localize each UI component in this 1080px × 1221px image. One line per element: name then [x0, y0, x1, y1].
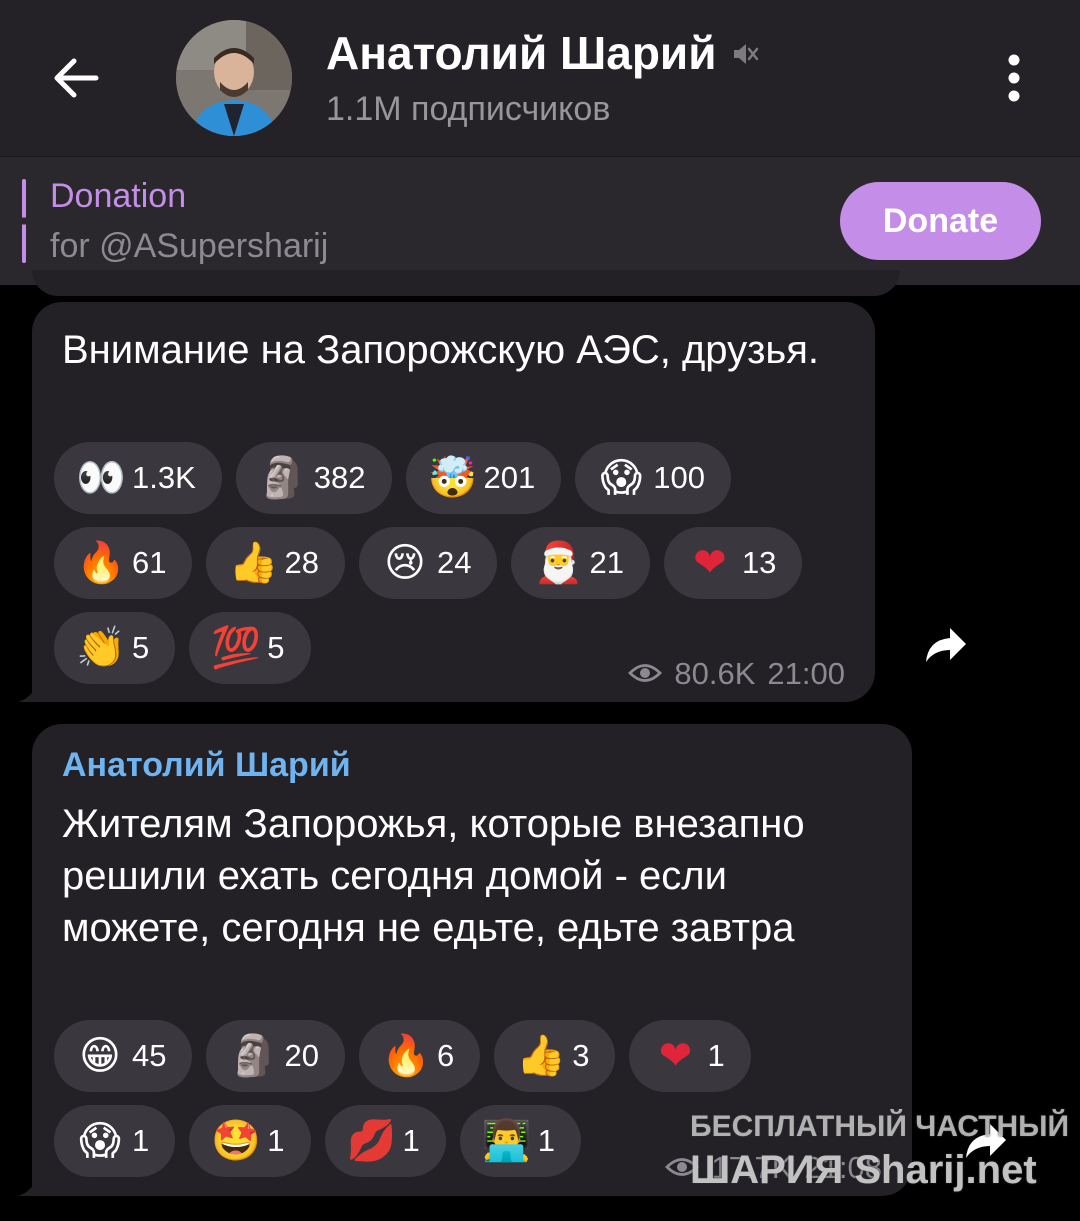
star-struck-icon: 🤩: [211, 1118, 262, 1164]
scream-icon: 😱: [79, 1118, 121, 1164]
chat-header: Анатолий Шарий 1.1M подписчиков: [0, 0, 1080, 157]
moai-icon: 🗿: [257, 455, 308, 501]
crying-face-icon: 😢: [384, 540, 426, 586]
speaker-muted-icon: [730, 26, 760, 80]
more-menu-icon[interactable]: [994, 50, 1034, 106]
exploding-head-icon: 🤯: [427, 455, 478, 501]
reaction-count: 1: [707, 1038, 725, 1073]
reaction-chip[interactable]: 💋 1: [324, 1105, 446, 1177]
forward-share-icon[interactable]: [922, 620, 970, 668]
reaction-count: 1: [537, 1123, 555, 1158]
fire-icon: 🔥: [380, 1033, 431, 1079]
channel-name: Анатолий Шарий: [326, 27, 717, 79]
heart-icon: ❤: [658, 1033, 693, 1079]
reaction-chip[interactable]: 👨‍💻 1: [459, 1105, 581, 1177]
reaction-count: 5: [132, 630, 150, 665]
message-meta: 80.6K 21:00: [628, 656, 845, 692]
kiss-mark-icon: 💋: [346, 1118, 397, 1164]
subscriber-count: 1.1M подписчиков: [326, 90, 611, 128]
reaction-count: 61: [132, 545, 167, 580]
donate-button[interactable]: Donate: [840, 182, 1041, 260]
channel-avatar[interactable]: [176, 20, 292, 136]
reaction-count: 28: [284, 545, 319, 580]
clapping-hands-icon: 👏: [76, 625, 126, 671]
reaction-chip[interactable]: 🎅 21: [511, 527, 650, 599]
technologist-icon: 👨‍💻: [481, 1118, 532, 1164]
pinned-subtitle: for @ASupersharij: [50, 227, 329, 265]
reaction-chip[interactable]: ❤ 1: [629, 1020, 751, 1092]
reaction-count: 201: [483, 460, 536, 495]
scream-icon: 😱: [600, 455, 643, 501]
reaction-chip[interactable]: 💯 5: [189, 612, 311, 684]
previous-message-bubble: [32, 270, 900, 296]
reaction-count: 1: [132, 1123, 150, 1158]
eyes-icon: 👀: [76, 455, 126, 501]
pinned-title: Donation: [50, 177, 187, 215]
reaction-chip[interactable]: 🗿 382: [235, 442, 392, 514]
reaction-chip[interactable]: ❤ 13: [663, 527, 803, 599]
channel-title[interactable]: Анатолий Шарий: [326, 26, 760, 80]
watermark-line1: БЕСПЛАТНЫЙ ЧАСТНЫЙ: [690, 1110, 1070, 1143]
reaction-count: 1: [267, 1123, 285, 1158]
heart-icon: ❤: [693, 540, 727, 586]
reaction-chip[interactable]: 🤩 1: [189, 1105, 311, 1177]
reaction-count: 21: [589, 545, 624, 580]
reaction-count: 1.3K: [132, 460, 196, 495]
pinned-indicator: [22, 179, 26, 263]
reaction-count: 100: [653, 460, 705, 495]
hundred-points-icon: 💯: [211, 625, 262, 671]
watermark-line2: ШАРИЯ Sharij.net: [690, 1148, 1037, 1192]
reaction-chip[interactable]: 👍 3: [494, 1020, 616, 1092]
reaction-chip[interactable]: 🗿 20: [206, 1020, 345, 1092]
back-arrow-icon[interactable]: [48, 50, 104, 106]
reaction-count: 20: [284, 1038, 319, 1073]
reaction-count: 3: [572, 1038, 590, 1073]
reaction-chip[interactable]: 🤯 201: [405, 442, 562, 514]
reaction-count: 45: [132, 1038, 167, 1073]
reaction-chip[interactable]: 😁 45: [54, 1020, 193, 1092]
reaction-chip[interactable]: 🔥 61: [54, 527, 193, 599]
santa-icon: 🎅: [533, 540, 584, 586]
message-bubble[interactable]: Внимание на Запорожскую АЭС, друзья. 👀 1.…: [18, 302, 875, 702]
pinned-message-bar[interactable]: Donation for @ASupersharij Donate: [0, 157, 1080, 285]
message-text: Жителям Запорожья, которые внезапно реши…: [62, 802, 805, 950]
reaction-chip[interactable]: 😢 24: [358, 527, 498, 599]
reaction-chip[interactable]: 😱 1: [54, 1105, 176, 1177]
reactions-list: 👀 1.3K 🗿 382 🤯 201 😱 100 🔥 61 👍 28 😢 24 🎅 21 ❤ 13 👏 5 💯 5: [54, 442, 854, 684]
fire-icon: 🔥: [76, 540, 126, 586]
thumbs-up-icon: 👍: [516, 1033, 567, 1079]
reaction-count: 5: [267, 630, 285, 665]
reaction-chip[interactable]: 😱 100: [575, 442, 731, 514]
thumbs-up-icon: 👍: [228, 540, 279, 586]
view-count: 80.6K: [674, 656, 756, 691]
reaction-count: 24: [436, 545, 472, 580]
reaction-count: 1: [402, 1123, 420, 1158]
message-time: 21:00: [767, 656, 845, 691]
moai-icon: 🗿: [228, 1033, 279, 1079]
reaction-chip[interactable]: 🔥 6: [358, 1020, 481, 1092]
bubble-tail: [18, 1174, 40, 1196]
bubble-tail: [18, 680, 40, 702]
message-text: Внимание на Запорожскую АЭС, друзья.: [62, 328, 820, 372]
reaction-count: 6: [436, 1038, 455, 1073]
message-author[interactable]: Анатолий Шарий: [62, 746, 351, 785]
reaction-chip[interactable]: 👍 28: [206, 527, 345, 599]
reaction-count: 382: [313, 460, 366, 495]
reaction-chip[interactable]: 👀 1.3K: [54, 442, 222, 514]
reaction-chip[interactable]: 👏 5: [54, 612, 176, 684]
grinning-face-icon: 😁: [79, 1033, 121, 1079]
reaction-count: 13: [741, 545, 777, 580]
views-eye-icon: [628, 656, 663, 692]
